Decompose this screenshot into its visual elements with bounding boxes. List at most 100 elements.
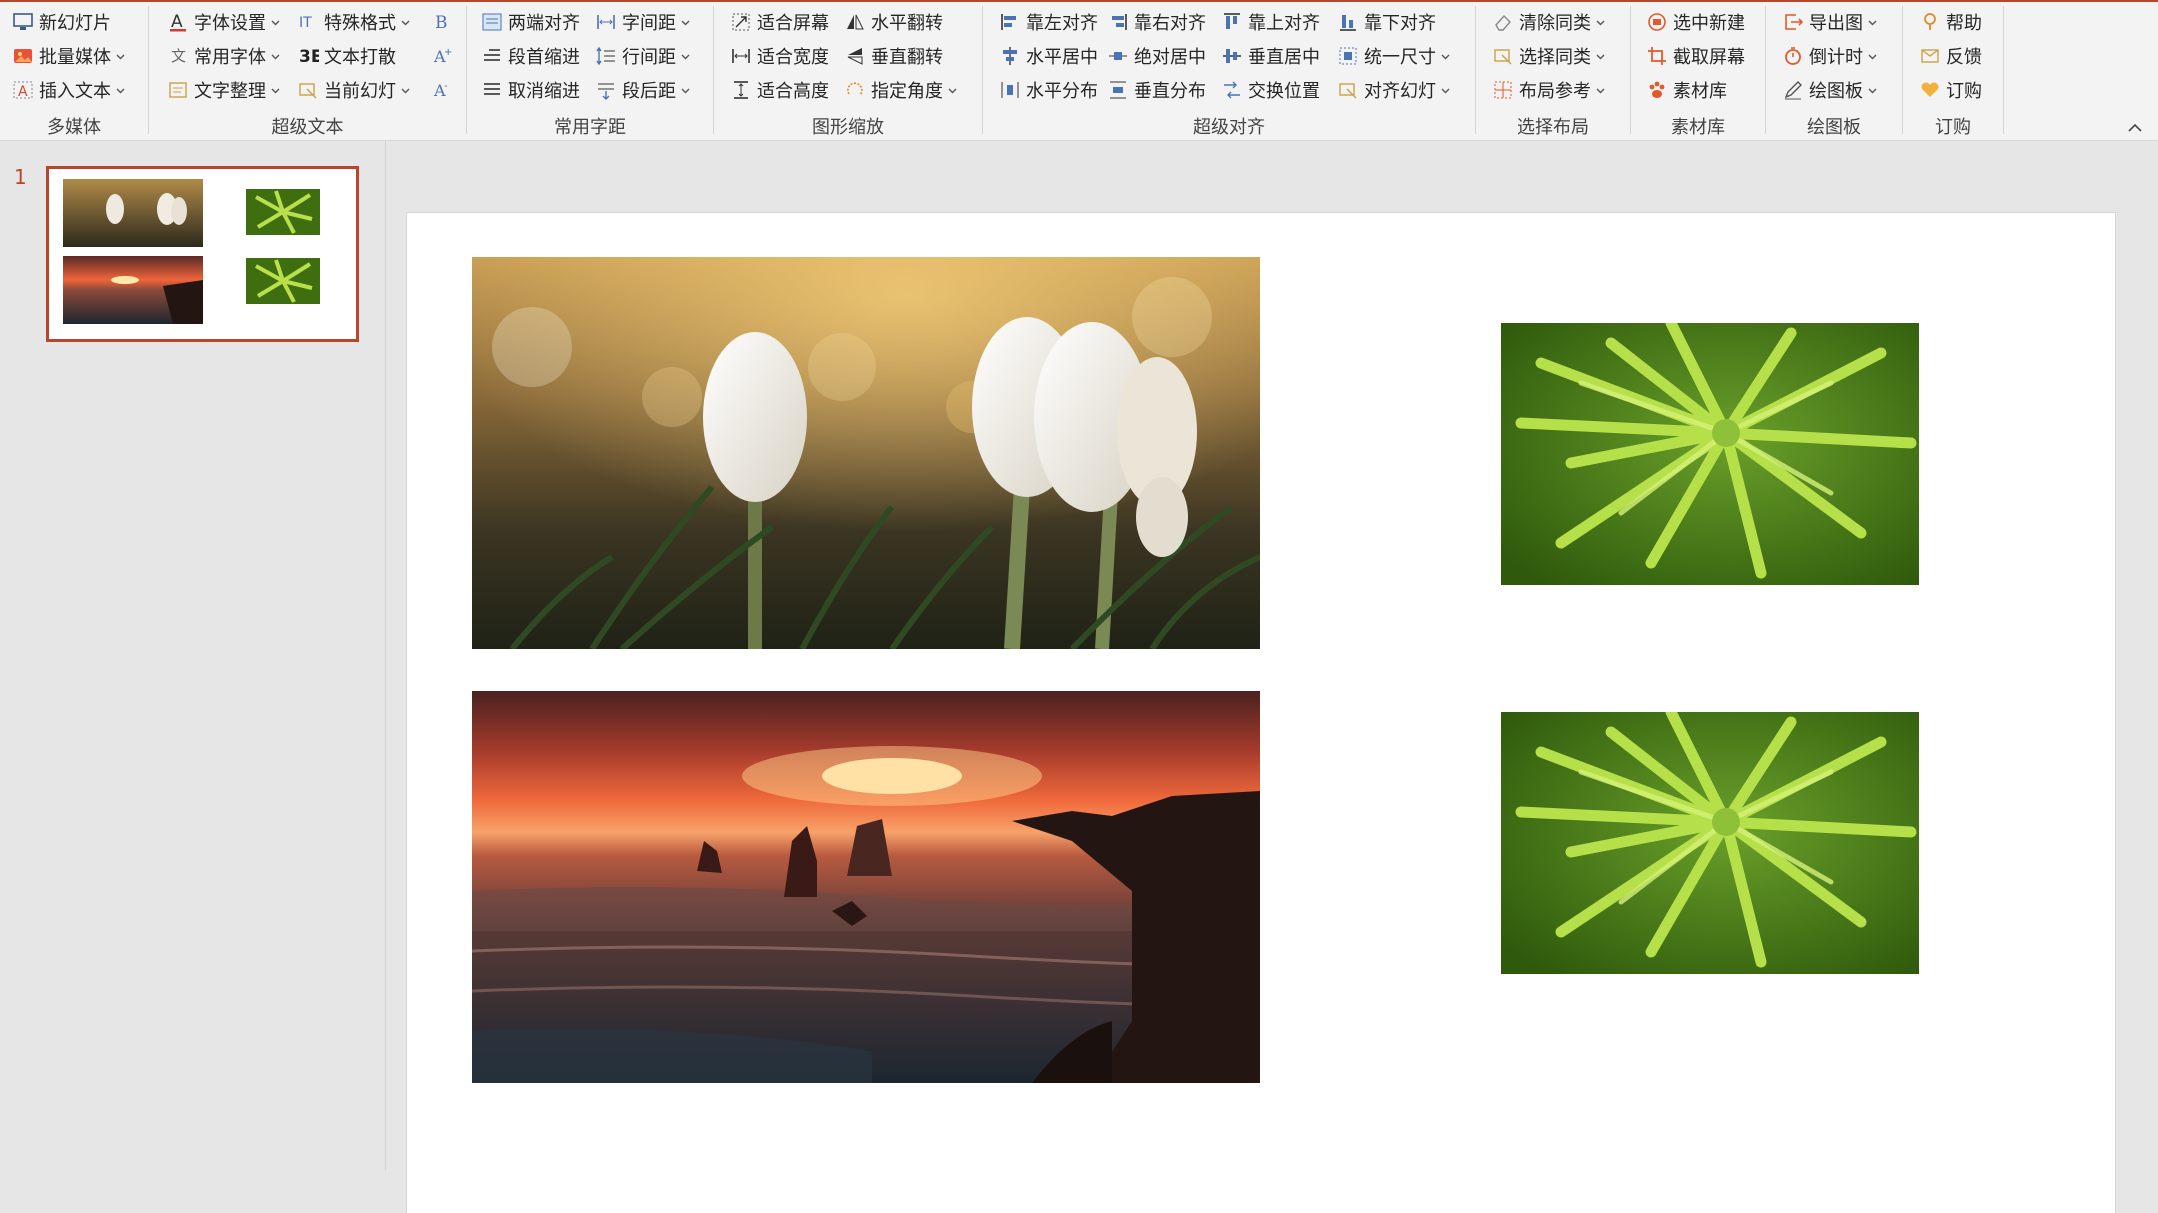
align-bottom-button[interactable]: 靠下对齐 — [1337, 7, 1436, 37]
bold-button[interactable]: B — [431, 7, 458, 37]
collapse-ribbon-icon[interactable] — [2126, 120, 2144, 134]
countdown-button[interactable]: 倒计时 — [1782, 41, 1878, 71]
slide-canvas[interactable] — [407, 213, 2115, 1213]
eraser-icon — [1492, 11, 1514, 33]
chevron-down-icon — [1595, 51, 1606, 62]
first-indent-label: 段首缩进 — [508, 47, 580, 68]
chevron-down-icon — [400, 85, 411, 96]
align-bottom-label: 靠下对齐 — [1364, 13, 1436, 34]
align-top-icon — [1221, 11, 1243, 33]
feedback-icon — [1919, 45, 1941, 67]
common-fonts-button[interactable]: 文 常用字体 — [167, 41, 281, 71]
capture-screen-button[interactable]: 截取屏幕 — [1646, 41, 1745, 71]
slide-number: 1 — [14, 165, 27, 189]
export-image-label: 导出图 — [1809, 13, 1863, 34]
cancel-indent-button[interactable]: 取消缩进 — [481, 75, 580, 105]
feedback-label: 反馈 — [1946, 47, 1982, 68]
char-spacing-button[interactable]: 字间距 — [595, 7, 691, 37]
sunset-coast-image[interactable] — [472, 691, 1260, 1083]
h-distribute-button[interactable]: 水平分布 — [999, 75, 1098, 105]
para-after-button[interactable]: 段后距 — [595, 75, 691, 105]
abs-center-icon — [1107, 45, 1129, 67]
crocus-flower-image[interactable] — [472, 257, 1260, 649]
flip-horizontal-icon — [844, 11, 866, 33]
current-slide-button[interactable]: 当前幻灯 — [297, 75, 411, 105]
abs-center-button[interactable]: 绝对居中 — [1107, 41, 1206, 71]
batch-media-label: 批量媒体 — [39, 47, 111, 68]
align-right-button[interactable]: 靠右对齐 — [1107, 7, 1206, 37]
align-top-button[interactable]: 靠上对齐 — [1221, 7, 1320, 37]
set-angle-button[interactable]: 指定角度 — [844, 75, 958, 105]
fit-width-button[interactable]: 适合宽度 — [730, 41, 829, 71]
v-distribute-icon — [1107, 79, 1129, 101]
same-size-label: 统一尺寸 — [1364, 47, 1436, 68]
h-center-label: 水平居中 — [1026, 47, 1098, 68]
group-label-align: 超级对齐 — [1193, 117, 1265, 138]
font-shrink-icon: A- — [431, 79, 453, 101]
swap-position-button[interactable]: 交换位置 — [1221, 75, 1320, 105]
special-format-label: 特殊格式 — [324, 13, 396, 34]
chevron-down-icon — [115, 51, 126, 62]
material-lib-button[interactable]: 素材库 — [1646, 75, 1727, 105]
countdown-label: 倒计时 — [1809, 47, 1863, 68]
fit-height-icon — [730, 79, 752, 101]
group-label-order: 订购 — [1935, 117, 1971, 138]
abs-center-label: 绝对居中 — [1134, 47, 1206, 68]
justify-icon — [481, 11, 503, 33]
text-split-button[interactable]: 3E 文本打散 — [297, 41, 396, 71]
font-settings-button[interactable]: A 字体设置 — [167, 7, 281, 37]
line-spacing-button[interactable]: 行间距 — [595, 41, 691, 71]
same-size-button[interactable]: 统一尺寸 — [1337, 41, 1451, 71]
font-grow-icon: A + — [431, 45, 453, 67]
chevron-down-icon — [680, 17, 691, 28]
select-same-button[interactable]: 选择同类 — [1492, 41, 1606, 71]
subscribe-button[interactable]: 订购 — [1919, 75, 1982, 105]
flip-horizontal-button[interactable]: 水平翻转 — [844, 7, 943, 37]
h-center-button[interactable]: 水平居中 — [999, 41, 1098, 71]
outdent-icon — [481, 79, 503, 101]
select-new-button[interactable]: 选中新建 — [1646, 7, 1745, 37]
text-tidy-button[interactable]: 文字整理 — [167, 75, 281, 105]
special-format-button[interactable]: IT 特殊格式 — [297, 7, 411, 37]
decrease-font-button[interactable]: A- — [431, 75, 458, 105]
align-left-button[interactable]: 靠左对齐 — [999, 7, 1098, 37]
slide-thumbnail[interactable] — [46, 166, 359, 342]
svg-text:IT: IT — [299, 15, 312, 31]
chevron-down-icon — [400, 17, 411, 28]
flip-vertical-button[interactable]: 垂直翻转 — [844, 41, 943, 71]
v-distribute-button[interactable]: 垂直分布 — [1107, 75, 1206, 105]
layout-ref-button[interactable]: 布局参考 — [1492, 75, 1606, 105]
feedback-button[interactable]: 反馈 — [1919, 41, 1982, 71]
cancel-indent-label: 取消缩进 — [508, 81, 580, 102]
help-button[interactable]: 帮助 — [1919, 7, 1982, 37]
line-spacing-label: 行间距 — [622, 47, 676, 68]
thumb-fern-image-1 — [246, 189, 320, 235]
fern-image-bottom[interactable] — [1501, 712, 1919, 974]
fern-image-top[interactable] — [1501, 323, 1919, 585]
justify-both-label: 两端对齐 — [508, 13, 580, 34]
indent-icon — [481, 45, 503, 67]
drawing-board-button[interactable]: 绘图板 — [1782, 75, 1878, 105]
increase-font-button[interactable]: A + — [431, 41, 458, 71]
bold-icon: B — [431, 11, 453, 33]
fit-height-button[interactable]: 适合高度 — [730, 75, 829, 105]
new-slide-button[interactable]: 新幻灯片 — [12, 7, 111, 37]
export-image-button[interactable]: 导出图 — [1782, 7, 1878, 37]
align-slide-button[interactable]: 对齐幻灯 — [1337, 75, 1451, 105]
v-center-button[interactable]: 垂直居中 — [1221, 41, 1320, 71]
batch-media-button[interactable]: 批量媒体 — [12, 41, 126, 71]
drawing-board-label: 绘图板 — [1809, 81, 1863, 102]
justify-both-button[interactable]: 两端对齐 — [481, 7, 580, 37]
fit-screen-button[interactable]: 适合屏幕 — [730, 7, 829, 37]
special-format-icon: IT — [297, 11, 319, 33]
clear-same-button[interactable]: 清除同类 — [1492, 7, 1606, 37]
first-indent-button[interactable]: 段首缩进 — [481, 41, 580, 71]
thumb-fern-image-2 — [246, 258, 320, 304]
align-slide-label: 对齐幻灯 — [1364, 81, 1436, 102]
new-doc-icon — [1646, 11, 1668, 33]
fit-width-icon — [730, 45, 752, 67]
text-split-icon: 3E — [297, 45, 319, 67]
chevron-down-icon — [947, 85, 958, 96]
insert-text-button[interactable]: A 插入文本 — [12, 75, 126, 105]
chevron-down-icon — [270, 51, 281, 62]
